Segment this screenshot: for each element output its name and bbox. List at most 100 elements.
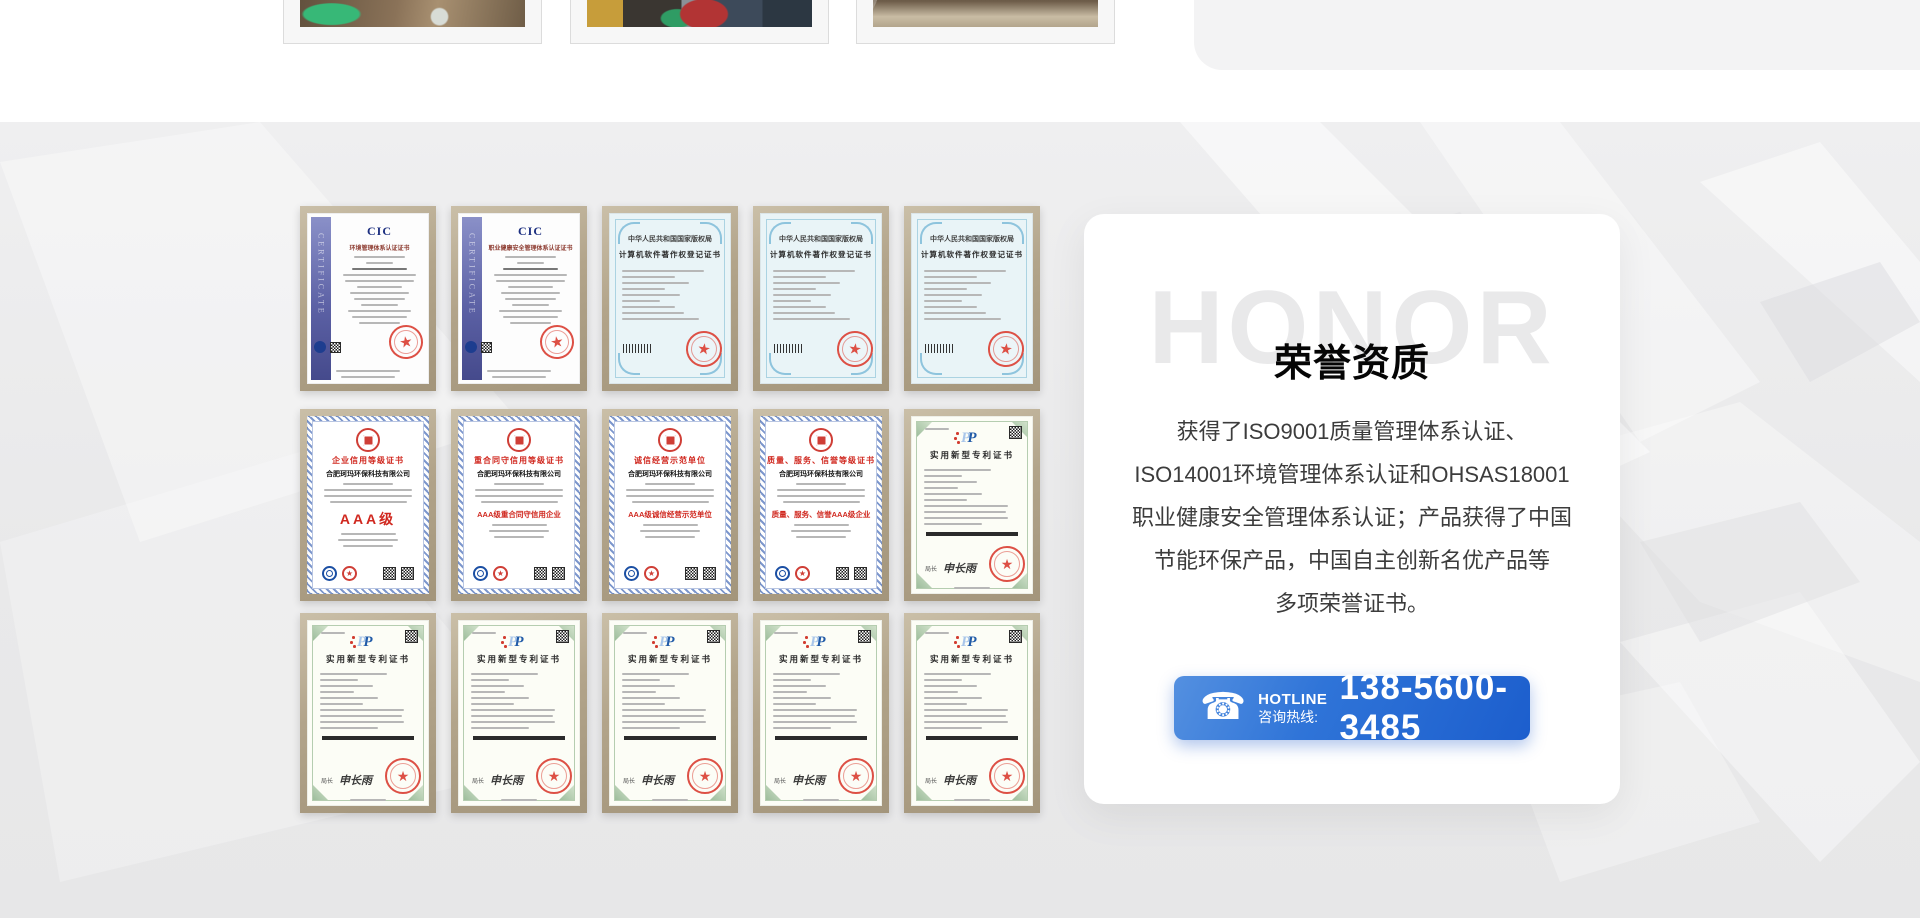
- certificate-footer: [610, 795, 730, 801]
- description-line: 多项荣誉证书。: [1104, 582, 1600, 625]
- certificate-paper: 中华人民共和国国家版权局 计算机软件著作权登记证书 ★: [760, 213, 882, 384]
- text-line: [626, 489, 714, 491]
- description-line: 职业健康安全管理体系认证；产品获得了中国: [1104, 496, 1600, 539]
- text-line: [471, 679, 509, 681]
- red-seal-icon: [507, 428, 531, 452]
- text-line: [773, 673, 840, 675]
- text-line: [924, 679, 962, 681]
- hotline-button[interactable]: ☎ HOTLINE 咨询热线: 138-5600-3485: [1174, 676, 1530, 740]
- text-line: [336, 370, 401, 372]
- text-line: [924, 691, 958, 693]
- certificate-title: 计算机软件著作权登记证书: [610, 249, 730, 260]
- signer-signature: 申长雨: [490, 772, 523, 788]
- text-line: [320, 691, 354, 693]
- text-line: [622, 300, 660, 302]
- certificate-body: [308, 673, 428, 729]
- signer-label: 局长: [472, 776, 484, 785]
- red-stamp-icon: ★: [385, 758, 421, 794]
- text-line: [924, 685, 977, 687]
- text-line: [924, 697, 982, 699]
- qr-code-icon: [481, 342, 492, 353]
- text-line: [796, 483, 846, 485]
- flourish-icon: [851, 222, 873, 244]
- text-line: [320, 703, 363, 705]
- text-line: [510, 322, 551, 324]
- text-line: [471, 727, 529, 729]
- certificate-card: PP 实用新型专利证书 局长 申长雨 ★: [753, 613, 889, 813]
- certificate-title: 职业健康安全管理体系认证证书: [485, 243, 576, 252]
- text-line: [494, 483, 544, 485]
- certificate-paper: 质量、服务、信誉等级证书 合肥珂玛环保科技有限公司 质量、服务、信誉AAA级企业…: [760, 416, 882, 594]
- red-star-seal-icon: ★: [342, 566, 357, 581]
- description-line: 节能环保产品，中国自主创新名优产品等: [1104, 539, 1600, 582]
- certificate-body: [761, 673, 881, 729]
- text-line: [471, 673, 538, 675]
- certificate-paper: PP 实用新型专利证书 局长 申长雨 ★: [307, 620, 429, 806]
- certificate-body: [912, 469, 1032, 525]
- certificate-card: 质量、服务、信誉等级证书 合肥珂玛环保科技有限公司 质量、服务、信誉AAA级企业…: [753, 409, 889, 601]
- gallery-card[interactable]: [856, 0, 1115, 44]
- red-seal-icon: [356, 428, 380, 452]
- text-line: [471, 685, 524, 687]
- flourish-icon: [618, 353, 640, 375]
- text-line: [622, 691, 656, 693]
- certificate-row: PP 实用新型专利证书 局长 申长雨 ★: [300, 613, 1040, 813]
- text-line: [924, 282, 991, 284]
- text-line: [343, 274, 416, 276]
- text-line: [471, 721, 555, 723]
- text-line: [505, 256, 555, 258]
- text-line: [924, 721, 1008, 723]
- text-line: [924, 475, 962, 477]
- text-line: [924, 270, 1006, 272]
- text-line: [773, 709, 857, 711]
- certificate-title: 计算机软件著作权登记证书: [761, 249, 881, 260]
- text-line: [803, 799, 839, 801]
- text-line: [489, 530, 550, 532]
- certificate-card: 中华人民共和国国家版权局 计算机软件著作权登记证书 ★: [753, 206, 889, 391]
- qr-code-icon: [685, 567, 698, 580]
- certificate-badges: ★: [775, 566, 867, 581]
- certificate-grade: AAA级诚信经营示范单位: [615, 509, 725, 520]
- text-line: [924, 294, 982, 296]
- text-line: [352, 268, 407, 270]
- signer-label: 局长: [321, 776, 333, 785]
- text-line: [471, 709, 555, 711]
- cic-logo-icon: [314, 341, 326, 353]
- red-star-seal-icon: ★: [795, 566, 810, 581]
- text-line: [622, 318, 699, 320]
- barcode-icon: [774, 344, 802, 353]
- certificate-side-band: CERTIFICATE: [462, 217, 482, 380]
- certificate-card: 中华人民共和国国家版权局 计算机软件著作权登记证书 ★: [602, 206, 738, 391]
- certificate-title: 企业信用等级证书: [313, 455, 423, 466]
- text-line: [643, 524, 698, 526]
- qr-code-icon: [383, 567, 396, 580]
- text-line: [350, 799, 386, 801]
- text-line: [622, 276, 675, 278]
- honor-card: HONOR 荣誉资质 获得了ISO9001质量管理体系认证、 ISO14001环…: [1084, 214, 1620, 804]
- text-line: [517, 262, 544, 264]
- text-line: [773, 721, 857, 723]
- text-line: [622, 294, 680, 296]
- text-line: [343, 483, 393, 485]
- text-line: [924, 523, 982, 525]
- text-line: [773, 727, 831, 729]
- qr-code-icon: [703, 567, 716, 580]
- certificate-card: PP 实用新型专利证书 局长 申长雨 ★: [904, 613, 1040, 813]
- certificate-title: 计算机软件著作权登记证书: [912, 249, 1032, 260]
- certificate-body: [610, 270, 730, 320]
- gallery-card[interactable]: [283, 0, 542, 44]
- text-line: [791, 530, 852, 532]
- red-seal-icon: [658, 428, 682, 452]
- certificate-paper: 中华人民共和国国家版权局 计算机软件著作权登记证书 ★: [609, 213, 731, 384]
- certificate-paper: CERTIFICATE CIC 职业健康安全管理体系认证证书: [458, 213, 580, 384]
- text-line: [354, 298, 404, 300]
- gallery-card[interactable]: [570, 0, 829, 44]
- red-stamp-icon: ★: [838, 758, 874, 794]
- certificate-paper: 诚信经营示范单位 合肥珂玛环保科技有限公司 AAA级诚信经营示范单位 ★: [609, 416, 731, 594]
- cnipa-logo-icon: PP: [912, 429, 1032, 446]
- text-line: [773, 715, 855, 717]
- cnipa-logo-icon: PP: [912, 633, 1032, 650]
- certificate-footer: [761, 795, 881, 801]
- blue-emblem-icon: [322, 566, 337, 581]
- text-line: [622, 709, 706, 711]
